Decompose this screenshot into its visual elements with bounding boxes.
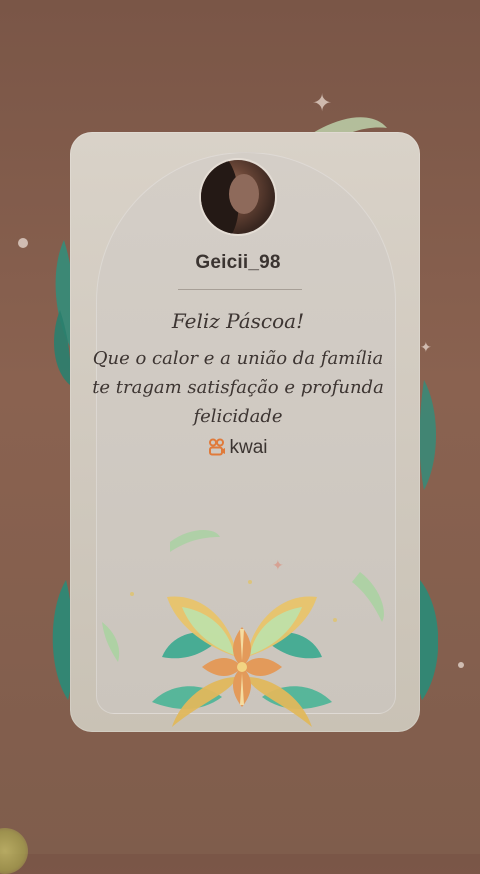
avatar[interactable] — [201, 160, 275, 234]
card-panel: Geicii_98 Feliz Páscoa! Que o calor e a … — [70, 132, 420, 732]
brand-name: kwai — [229, 437, 268, 458]
greeting-card: Geicii_98 Feliz Páscoa! Que o calor e a … — [52, 110, 438, 740]
brand-logo: kwai — [70, 437, 406, 462]
sparkle-dot — [18, 238, 28, 248]
sparkle-dot — [458, 662, 464, 668]
corner-glow — [0, 828, 28, 874]
kwai-logo-icon — [208, 438, 226, 462]
divider — [178, 289, 302, 290]
username[interactable]: Geicii_98 — [70, 252, 406, 274]
greeting-title: Feliz Páscoa! — [171, 309, 305, 333]
greeting-message: Que o calor e a união da família te trag… — [92, 348, 384, 427]
card-flower-decoration: ✦ — [102, 530, 384, 727]
svg-text:✦: ✦ — [272, 558, 284, 574]
